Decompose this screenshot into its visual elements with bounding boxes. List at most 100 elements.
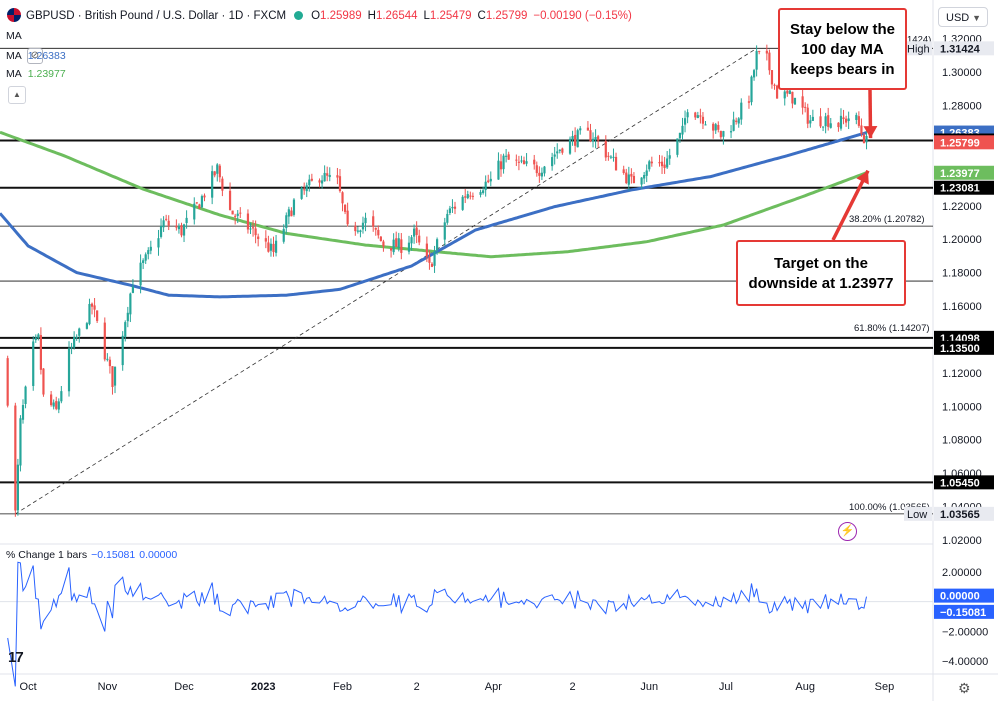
pct-change-label: % Change 1 bars: [6, 549, 88, 561]
candle-body: [103, 322, 106, 360]
candle: [632, 172, 636, 184]
candle-body: [415, 227, 418, 235]
candle-body: [131, 286, 135, 293]
candle: [336, 167, 339, 185]
candle-body: [571, 135, 574, 140]
candle-body: [860, 125, 863, 134]
candle: [377, 225, 380, 239]
price-axis-tag: 1.23081: [934, 180, 994, 195]
candle: [451, 199, 454, 213]
currency-select[interactable]: USD ▼: [938, 7, 988, 27]
candle: [121, 331, 124, 371]
candle: [740, 98, 743, 125]
candle: [683, 110, 687, 133]
candle-body: [418, 235, 421, 243]
candle-body: [326, 173, 329, 176]
candle-body: [221, 178, 224, 191]
high-label: H: [367, 10, 376, 22]
candle: [305, 182, 308, 198]
candle-body: [696, 115, 699, 119]
candle: [819, 108, 822, 129]
settings-gear-icon[interactable]: ⚙: [958, 680, 971, 697]
candle: [650, 156, 653, 167]
candle-body: [106, 358, 109, 360]
ma3-legend[interactable]: MA 1.23977: [6, 68, 66, 80]
candle: [73, 331, 76, 350]
high-value: 1.26544: [375, 10, 418, 22]
candle: [216, 163, 219, 182]
lightning-icon[interactable]: ⚡: [838, 522, 857, 541]
candle-body: [666, 158, 669, 168]
candle: [272, 236, 275, 257]
candle-body: [108, 359, 112, 367]
open-label: O: [311, 10, 321, 22]
candle-body: [499, 161, 503, 170]
candle-body: [737, 118, 740, 124]
currency-label: USD: [946, 12, 970, 24]
candle: [576, 128, 579, 148]
candle-body: [6, 358, 9, 406]
candle: [157, 229, 160, 256]
candle-body: [607, 155, 610, 157]
candle-body: [650, 161, 653, 164]
candle: [180, 222, 183, 238]
candle: [522, 156, 526, 165]
candle-body: [93, 305, 96, 310]
candle: [666, 150, 669, 169]
candle: [364, 212, 367, 232]
candle: [274, 234, 278, 257]
candle: [525, 153, 528, 167]
candle: [479, 189, 482, 198]
candle: [755, 45, 758, 77]
candle-body: [328, 174, 331, 178]
candle-body: [804, 106, 807, 108]
tradingview-logo[interactable]: 17: [8, 649, 24, 666]
candle: [103, 317, 106, 362]
candle-body: [788, 90, 791, 94]
candle: [737, 117, 740, 128]
ma1-legend[interactable]: MA: [6, 30, 22, 42]
candle-body: [142, 260, 145, 263]
candle: [489, 171, 492, 187]
candle-body: [124, 322, 127, 337]
candle: [167, 215, 170, 231]
candle: [326, 166, 329, 182]
candle: [591, 132, 595, 148]
candle-body: [469, 195, 472, 197]
candle: [78, 327, 81, 343]
candle: [735, 117, 738, 125]
candle: [129, 292, 132, 323]
gbpusd-flag-icon: [7, 8, 21, 22]
level-tag-text: High: [907, 43, 930, 55]
pct-change-legend[interactable]: % Change 1 bars −0.15081 0.00000: [6, 549, 177, 561]
symbol-title[interactable]: GBPUSD · British Pound / U.S. Dollar · 1…: [26, 10, 286, 22]
candle-body: [517, 161, 521, 163]
candle: [821, 126, 825, 132]
candle-body: [157, 238, 160, 248]
price-chart[interactable]: 1.320001.300001.280001.220001.200001.180…: [0, 0, 998, 701]
candle-body: [765, 50, 768, 54]
candle-body: [448, 208, 451, 213]
ma2-legend[interactable]: MA 1.26383: [6, 50, 66, 62]
candle: [461, 195, 464, 211]
collapse-legend-icon[interactable]: ▲: [8, 86, 26, 104]
candle: [497, 152, 500, 180]
candle: [768, 49, 771, 75]
candle: [717, 121, 720, 133]
sma-200-line: [0, 130, 868, 259]
candle-body: [645, 170, 648, 176]
level-tag: Low: [904, 506, 932, 521]
candle: [356, 226, 359, 234]
candle: [538, 166, 541, 183]
x-tick-label: 2: [414, 681, 420, 693]
candle: [93, 298, 96, 318]
y-tick-label: 1.18000: [942, 268, 982, 280]
candle: [847, 111, 850, 130]
candle: [203, 193, 206, 202]
candle-body: [783, 91, 786, 99]
pct-tick-label: 2.00000: [942, 567, 982, 579]
level-tag-text: Low: [907, 509, 927, 521]
candle: [200, 194, 204, 209]
candle: [443, 217, 446, 246]
candle-body: [167, 220, 170, 226]
